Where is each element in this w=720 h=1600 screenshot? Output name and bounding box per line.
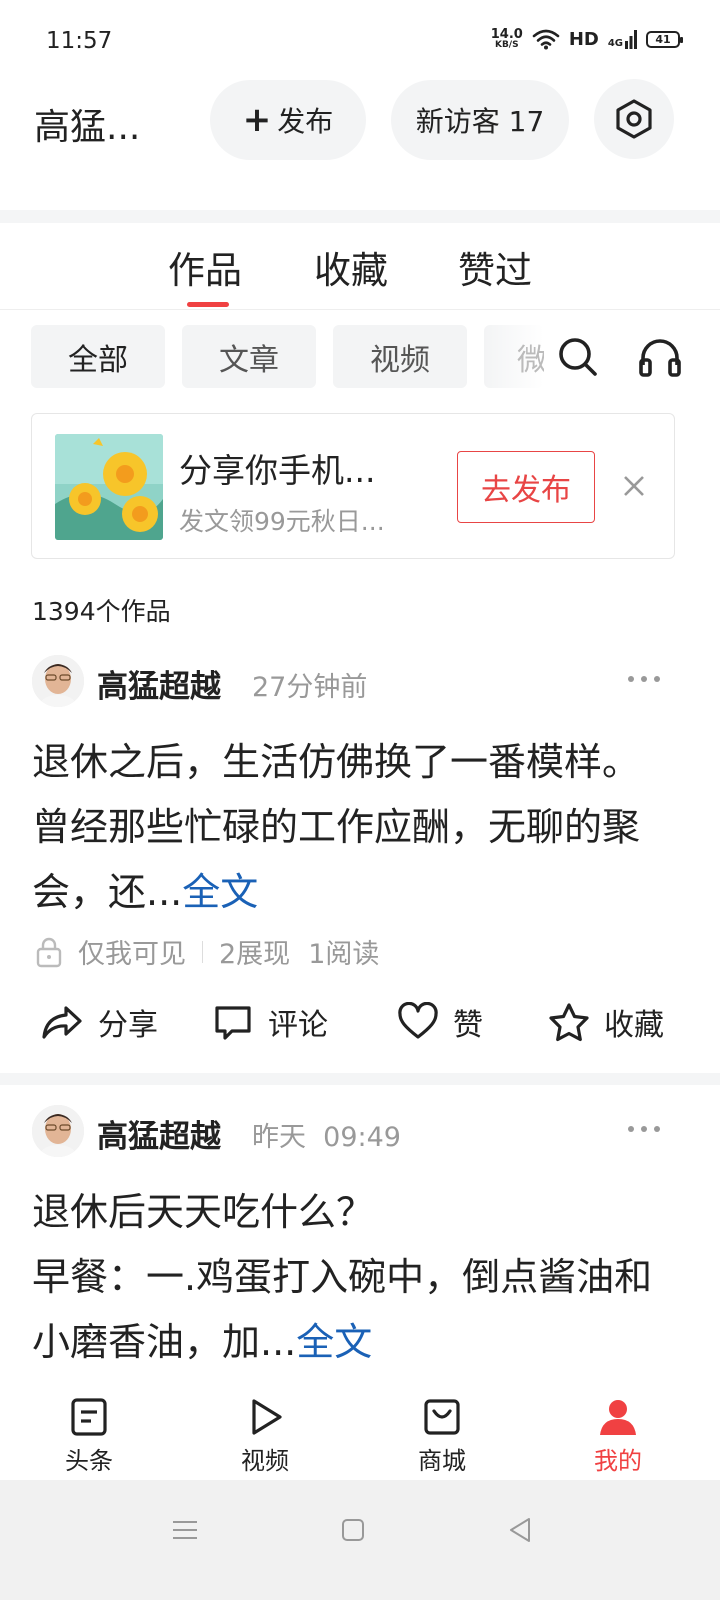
avatar[interactable]	[32, 1105, 84, 1157]
tabs-divider	[0, 309, 720, 310]
menu-icon	[173, 1521, 197, 1539]
filter-videos[interactable]: 视频	[333, 325, 467, 388]
post-time: 昨天 09:49	[252, 1122, 401, 1153]
nav-label: 头条	[65, 1447, 113, 1475]
post-time: 27分钟前	[252, 672, 368, 703]
content-tabs: 作品 收藏 赞过	[0, 240, 720, 310]
network-speed: 14.0 KB/S	[491, 28, 523, 50]
promo-title: 分享你手机...	[179, 451, 376, 490]
go-publish-button[interactable]: 去发布	[457, 451, 595, 523]
share-icon	[42, 1006, 82, 1039]
post-divider	[0, 1073, 720, 1085]
home-square-icon	[342, 1519, 364, 1541]
post-body[interactable]: 退休后天天吃什么？ 早餐：一.鸡蛋打入碗中，倒点酱油和小磨香油，加...全文	[32, 1180, 672, 1375]
status-time: 11:57	[46, 28, 113, 54]
section-divider	[0, 210, 720, 223]
meta-separator	[202, 940, 203, 963]
collect-label: 收藏	[604, 1008, 664, 1043]
collect-button[interactable]: 收藏	[548, 1000, 664, 1044]
like-button[interactable]: 赞	[397, 1000, 483, 1044]
wifi-icon	[532, 29, 560, 50]
profile-name[interactable]: 高猛...	[34, 98, 140, 150]
post-card[interactable]: 高猛超越 昨天 09:49 退休后天天吃什么？ 早餐：一.鸡蛋打入碗中，倒点酱油…	[0, 1102, 720, 1392]
comment-button[interactable]: 评论	[212, 1000, 328, 1044]
works-count: 1394个作品	[32, 597, 171, 626]
post-text-line: 退休后天天吃什么？	[32, 1190, 375, 1234]
impressions-count: 2展现	[219, 939, 291, 970]
settings-button[interactable]	[594, 79, 674, 159]
filter-micro[interactable]: 微	[484, 325, 544, 388]
tab-liked[interactable]: 赞过	[458, 240, 532, 294]
nav-me[interactable]: 我的	[568, 1397, 668, 1476]
nav-mall[interactable]: 商城	[392, 1397, 492, 1476]
listen-button[interactable]	[636, 333, 684, 381]
share-label: 分享	[98, 1008, 158, 1043]
headlines-icon	[71, 1398, 107, 1436]
headphones-icon	[639, 339, 681, 377]
play-icon	[252, 1399, 282, 1435]
battery-icon: 41	[646, 30, 683, 48]
nav-label: 商城	[418, 1447, 466, 1475]
post-text: 退休之后，生活仿佛换了一番模样。曾经那些忙碌的工作应酬，无聊的聚会，还...	[32, 740, 641, 914]
post-meta: 仅我可见 2展现 1阅读	[34, 932, 379, 971]
like-label: 赞	[453, 1008, 483, 1043]
promo-card[interactable]: 分享你手机... 发文领99元秋日... 去发布	[31, 413, 675, 559]
filter-articles[interactable]: 文章	[182, 325, 316, 388]
publish-button[interactable]: + 发布	[210, 80, 366, 160]
share-button[interactable]: 分享	[40, 1000, 158, 1044]
more-icon[interactable]	[626, 1124, 662, 1134]
visibility-label: 仅我可见	[78, 939, 186, 970]
status-bar: 11:57 14.0 KB/S HD 4G 41	[0, 0, 720, 86]
new-visitors-button[interactable]: 新访客 17	[391, 80, 569, 160]
back-triangle-icon	[510, 1518, 530, 1542]
full-text-link[interactable]: 全文	[182, 870, 258, 914]
promo-subtitle: 发文领99元秋日...	[179, 507, 385, 536]
publish-label: 发布	[277, 105, 334, 138]
search-button[interactable]	[554, 333, 602, 381]
profile-icon	[600, 1400, 636, 1435]
promo-image	[55, 434, 163, 540]
author-name[interactable]: 高猛超越	[97, 661, 221, 706]
author-name[interactable]: 高猛超越	[97, 1111, 221, 1156]
close-icon[interactable]	[618, 470, 650, 502]
tab-favorites[interactable]: 收藏	[314, 240, 388, 294]
plus-icon: +	[242, 100, 272, 140]
settings-hexagon-icon	[616, 99, 652, 139]
nav-headlines[interactable]: 头条	[39, 1397, 139, 1476]
comment-label: 评论	[268, 1008, 328, 1043]
tab-works[interactable]: 作品	[168, 240, 242, 294]
active-tab-indicator	[187, 302, 229, 307]
star-icon	[549, 1003, 589, 1042]
comment-icon	[215, 1006, 251, 1040]
system-navigation-bar	[0, 1480, 720, 1600]
post-card[interactable]: 高猛超越 27分钟前 退休之后，生活仿佛换了一番模样。曾经那些忙碌的工作应酬，无…	[0, 652, 720, 1070]
network-speed-unit: KB/S	[494, 40, 519, 50]
nav-label: 视频	[241, 1447, 289, 1475]
search-icon	[559, 338, 597, 376]
signal-type: 4G	[607, 38, 623, 49]
more-icon[interactable]	[626, 674, 662, 684]
bottom-nav: 头条 视频 商城 我的	[0, 1385, 720, 1480]
lock-icon	[36, 937, 62, 967]
signal-icon: 4G	[608, 29, 637, 49]
system-back-button[interactable]	[500, 1510, 540, 1550]
system-menu-button[interactable]	[165, 1510, 205, 1550]
nav-video[interactable]: 视频	[215, 1397, 315, 1476]
nav-label: 我的	[594, 1447, 642, 1475]
post-actions: 分享 评论 赞 收藏	[0, 1000, 720, 1048]
hd-indicator: HD	[568, 28, 599, 50]
reads-count: 1阅读	[308, 939, 380, 970]
post-body[interactable]: 退休之后，生活仿佛换了一番模样。曾经那些忙碌的工作应酬，无聊的聚会，还...全文	[32, 730, 672, 925]
system-home-button[interactable]	[333, 1510, 373, 1550]
full-text-link[interactable]: 全文	[296, 1320, 372, 1364]
battery-level: 41	[655, 32, 671, 46]
filter-all[interactable]: 全部	[31, 325, 165, 388]
shopping-bag-icon	[424, 1399, 460, 1435]
avatar[interactable]	[32, 655, 84, 707]
heart-icon	[398, 1002, 438, 1039]
status-icons: 14.0 KB/S HD 4G 41	[491, 28, 683, 50]
